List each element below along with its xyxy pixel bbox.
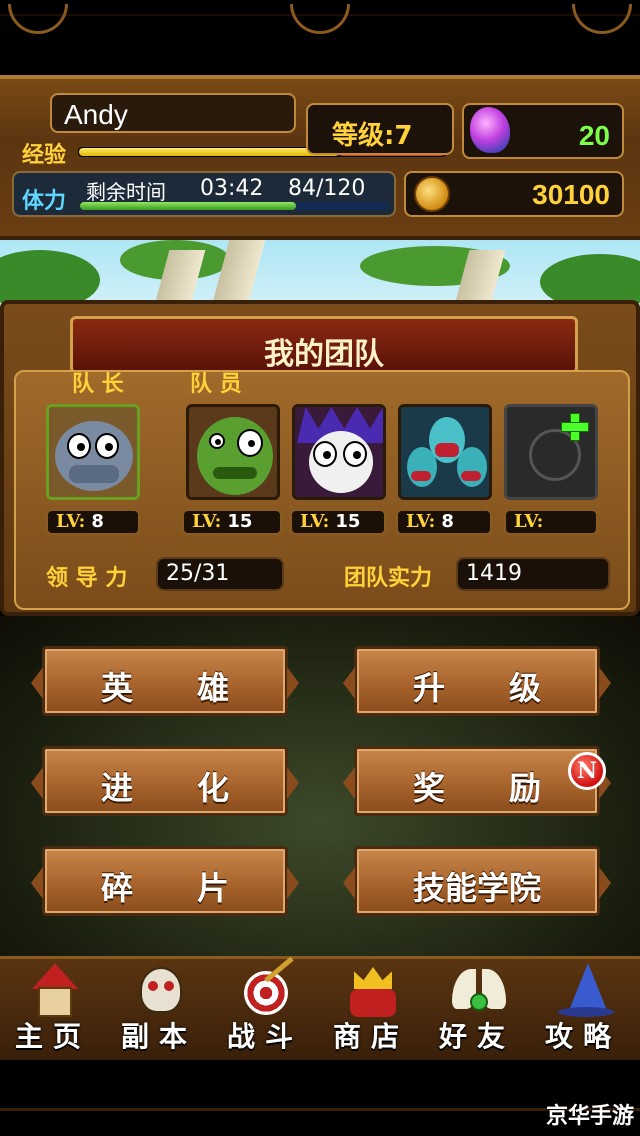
remaining-time: 03:42 xyxy=(200,176,264,201)
tab-battle-label: 战斗 xyxy=(226,1020,303,1053)
tab-friends-label: 好友 xyxy=(438,1020,515,1053)
team-title-bar: 我的团队 xyxy=(70,316,578,374)
remaining-time-label: 剩余时间 xyxy=(86,180,166,204)
gold-coin-icon xyxy=(414,176,450,212)
tab-home[interactable]: 主页 xyxy=(0,959,106,1063)
crown-shop-icon xyxy=(346,963,400,1019)
gem-value: 20 xyxy=(578,120,610,151)
skill-academy-button[interactable]: 技能学院 xyxy=(343,846,611,916)
member-level-2: LV: 15 xyxy=(290,509,386,535)
winged-emblem-icon xyxy=(452,963,506,1019)
heroes-button[interactable]: 英 雄 xyxy=(31,646,299,716)
team-power-label: 团队实力 xyxy=(344,566,433,591)
player-name: Andy xyxy=(64,99,128,130)
member-level-1: LV: 15 xyxy=(182,509,282,535)
tab-home-label: 主页 xyxy=(14,1020,91,1053)
new-badge: N xyxy=(568,752,606,790)
tab-battle[interactable]: 战斗 xyxy=(212,956,318,1063)
exp-bar-fill xyxy=(79,148,339,156)
stamina-label: 体力 xyxy=(22,189,67,214)
team-title: 我的团队 xyxy=(264,337,384,372)
member-card-1[interactable] xyxy=(186,404,280,500)
ornament-curl xyxy=(572,4,632,34)
top-ornament xyxy=(0,0,640,72)
stamina-bar-fill xyxy=(80,202,296,210)
tab-shop-label: 商店 xyxy=(332,1020,409,1053)
rewards-button-label: 奖 励 xyxy=(412,769,541,807)
upgrade-button-label: 升 级 xyxy=(412,669,541,707)
member-slot-empty[interactable] xyxy=(504,404,598,500)
tab-dungeon[interactable]: 副本 xyxy=(106,959,212,1063)
bottom-ornament xyxy=(0,1060,640,1136)
add-member-icon xyxy=(561,413,589,441)
green-orc-icon xyxy=(189,407,277,497)
members-label: 队 员 xyxy=(190,372,242,397)
ornament-line xyxy=(0,1108,640,1111)
leadership-value: 25/31 xyxy=(156,557,284,591)
team-power-value: 1419 xyxy=(456,557,610,591)
watermark: 京华手游 xyxy=(545,1104,634,1129)
hydra-icon xyxy=(401,407,489,497)
leader-label: 队 长 xyxy=(72,372,124,397)
tab-dungeon-label: 副本 xyxy=(120,1020,197,1053)
tab-guide[interactable]: 攻略 xyxy=(530,959,636,1063)
bottom-tab-bar: 主页 副本 战斗 商店 好友 攻略 xyxy=(0,956,640,1060)
member-level-3: LV: 8 xyxy=(396,509,492,535)
skull-vampire-icon xyxy=(295,407,383,497)
member-card-2[interactable] xyxy=(292,404,386,500)
member-card-3[interactable] xyxy=(398,404,492,500)
ornament-curl xyxy=(8,4,68,34)
member-level-4: LV: xyxy=(504,509,598,535)
stamina-value: 84/120 xyxy=(288,176,366,201)
heroes-button-label: 英 雄 xyxy=(100,669,229,707)
exp-label: 经验 xyxy=(22,143,67,168)
evolve-button[interactable]: 进 化 xyxy=(31,746,299,816)
tab-shop[interactable]: 商店 xyxy=(318,959,424,1063)
gold-value: 30100 xyxy=(532,179,610,210)
target-arrow-icon xyxy=(240,956,294,1019)
upgrade-button[interactable]: 升 级 xyxy=(343,646,611,716)
ornament-curl xyxy=(290,4,350,34)
level-text: 等级:7 xyxy=(332,121,413,151)
stamina-bar xyxy=(80,202,388,210)
fragments-button[interactable]: 碎 片 xyxy=(31,846,299,916)
house-icon xyxy=(28,963,82,1019)
wizard-hat-icon xyxy=(558,963,614,1019)
evolve-button-label: 进 化 xyxy=(100,769,229,807)
rewards-button[interactable]: 奖 励 xyxy=(343,746,611,816)
skill-academy-button-label: 技能学院 xyxy=(412,869,541,907)
leader-level: LV: 8 xyxy=(46,509,140,535)
fragments-button-label: 碎 片 xyxy=(100,869,229,907)
leadership-label: 领 导 力 xyxy=(46,566,128,591)
rhino-monster-icon xyxy=(49,407,137,497)
skull-icon xyxy=(134,963,188,1019)
tab-friends[interactable]: 好友 xyxy=(424,959,530,1063)
leader-card[interactable] xyxy=(46,404,140,500)
tab-guide-label: 攻略 xyxy=(544,1020,621,1053)
